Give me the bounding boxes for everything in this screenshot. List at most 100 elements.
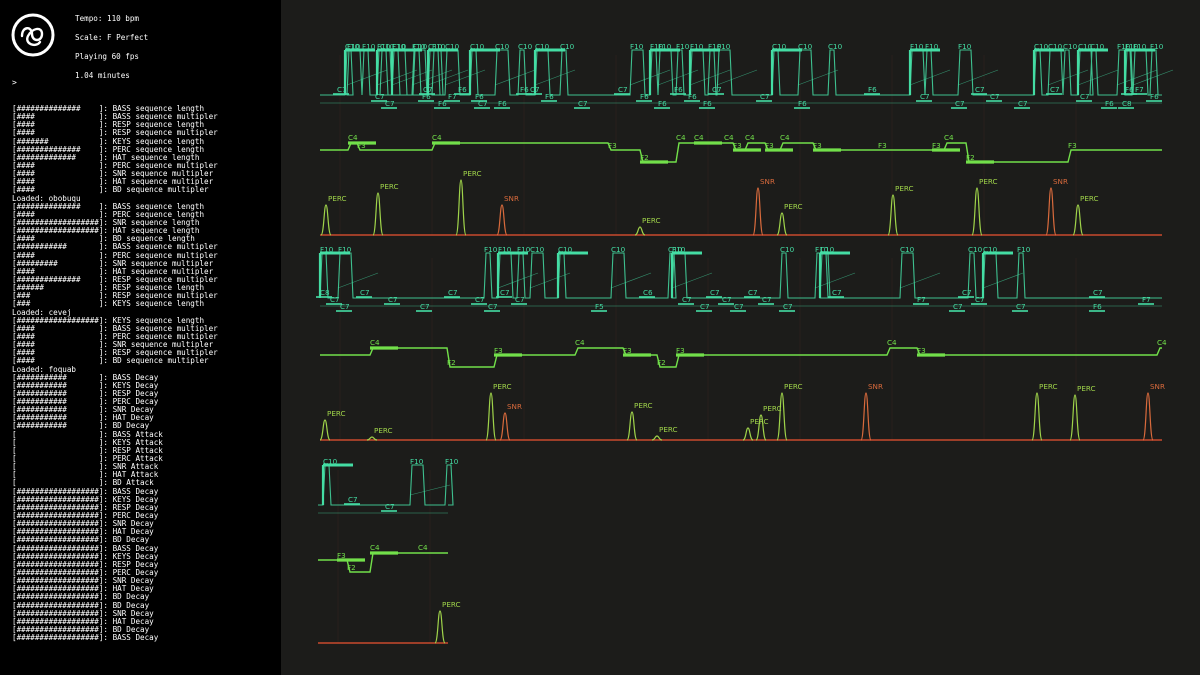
keys-link	[337, 272, 379, 289]
note-label: F6	[422, 92, 431, 101]
log-line: [##################]: SNR Decay	[12, 520, 154, 529]
note-label: F10	[517, 245, 531, 254]
log-line: [##################]: HAT Decay	[12, 617, 154, 626]
perc-label: PERC	[380, 182, 399, 191]
log-line: [##################]: PERC Decay	[12, 569, 159, 578]
log-line: [ ]: PERC Attack	[12, 455, 163, 464]
keys-link	[909, 69, 951, 86]
note-label: C7	[712, 85, 722, 94]
note-label: F10	[412, 42, 426, 51]
note-label: C7	[488, 302, 498, 311]
note-label: C7	[578, 99, 588, 108]
scale-text: Scale: F Perfect	[75, 33, 149, 42]
note-label: C7	[760, 92, 770, 101]
note-label: C7	[340, 302, 350, 311]
note-label: F3	[357, 141, 366, 150]
log-line: [#### ]: BASS sequence multipler	[12, 324, 218, 333]
perc-label: PERC	[659, 425, 678, 434]
note-label: C10	[772, 42, 787, 51]
perc-label: PERC	[463, 169, 482, 178]
note-label: C7	[722, 295, 732, 304]
duration-text: 1.04 minutes	[75, 71, 130, 80]
log-line: [####### ]: KEYS sequence length	[12, 137, 205, 146]
note-label: C7	[975, 85, 985, 94]
note-label: F3	[765, 141, 774, 150]
log-line: [ ]: HAT Attack	[12, 471, 159, 480]
note-label: C7	[955, 99, 965, 108]
note-label: F10	[717, 42, 731, 51]
keys-link	[376, 69, 418, 86]
note-label: F3	[623, 346, 632, 355]
perc-label: PERC	[784, 202, 803, 211]
log-line: [#### ]: RESP sequence length	[12, 121, 205, 130]
note-label: C10	[560, 42, 575, 51]
note-label: F3	[917, 346, 926, 355]
note-label: C7	[953, 302, 963, 311]
perc-spike	[320, 204, 332, 236]
perc-label: PERC	[642, 216, 661, 225]
note-label: C7	[1080, 92, 1090, 101]
note-label: F2	[447, 358, 456, 367]
note-label: C7	[975, 295, 985, 304]
log-line: [#### ]: PERC sequence length	[12, 210, 205, 219]
note-label: F10	[630, 42, 644, 51]
note-label: C7	[1018, 99, 1028, 108]
keys-link	[689, 69, 731, 86]
log-line: [##################]: BD Decay	[12, 536, 150, 545]
note-label: C7	[337, 85, 347, 94]
keys-link	[797, 69, 839, 86]
note-label: C7	[348, 495, 358, 504]
log-line: [###### ]: RESP sequence length	[12, 284, 205, 293]
note-label: C10	[968, 245, 983, 254]
note-label: C10	[558, 245, 573, 254]
note-label: C4	[1157, 338, 1167, 347]
log-line: [### ]: KEYS sequence length	[12, 300, 205, 309]
fps-text: Playing 60 fps	[75, 52, 140, 61]
log-line: [############## ]: BASS sequence length	[12, 202, 205, 211]
note-label: F6	[458, 85, 467, 94]
console-log: [############## ]: BASS sequence length[…	[12, 105, 218, 642]
console-panel: Tempo: 110 bpm Scale: F Perfect Playing …	[0, 0, 281, 675]
note-label: F3	[733, 141, 742, 150]
note-label: C7	[783, 302, 793, 311]
log-line: [ ]: BD Attack	[12, 479, 154, 488]
perc-label: PERC	[1077, 384, 1096, 393]
command-prompt[interactable]: >	[12, 78, 17, 87]
note-label: C4	[418, 543, 428, 552]
perc-spike	[434, 610, 446, 644]
perc-spike	[971, 187, 983, 236]
keys-waveform	[320, 49, 1162, 96]
perc-label: PERC	[328, 194, 347, 203]
log-line: [##################]: BASS Decay	[12, 544, 159, 553]
perc-spike	[485, 392, 497, 441]
note-label: C4	[370, 338, 380, 347]
note-label: C7	[762, 295, 772, 304]
note-label: C4	[745, 133, 755, 142]
note-label: C7	[990, 92, 1000, 101]
note-label: F10	[910, 42, 924, 51]
log-line: [#### ]: BD sequence multipler	[12, 186, 209, 195]
note-label: F10	[320, 245, 334, 254]
note-label: C8	[1122, 99, 1132, 108]
note-label: F10	[676, 42, 690, 51]
note-label: F10	[377, 42, 391, 51]
note-label: C10	[323, 457, 338, 466]
log-line: [##################]: SNR sequence lengt…	[12, 218, 200, 227]
note-label: C8	[320, 288, 330, 297]
note-label: F3	[494, 346, 503, 355]
note-label: F10	[410, 457, 424, 466]
note-label: F10	[658, 42, 672, 51]
note-label: F6	[1125, 85, 1134, 94]
log-line: [#### ]: SNR sequence multipler	[12, 341, 214, 350]
note-label: F6	[703, 99, 712, 108]
perc-label: SNR	[868, 382, 883, 391]
note-label: F2	[640, 153, 649, 162]
tempo-text: Tempo: 110 bpm	[75, 14, 140, 23]
perc-spike	[1072, 204, 1084, 236]
note-label: C7	[515, 295, 525, 304]
note-label: C10	[828, 42, 843, 51]
note-label: C7	[360, 288, 370, 297]
note-label: F2	[657, 358, 666, 367]
note-label: F3	[878, 141, 887, 150]
note-label: C7	[1016, 302, 1026, 311]
